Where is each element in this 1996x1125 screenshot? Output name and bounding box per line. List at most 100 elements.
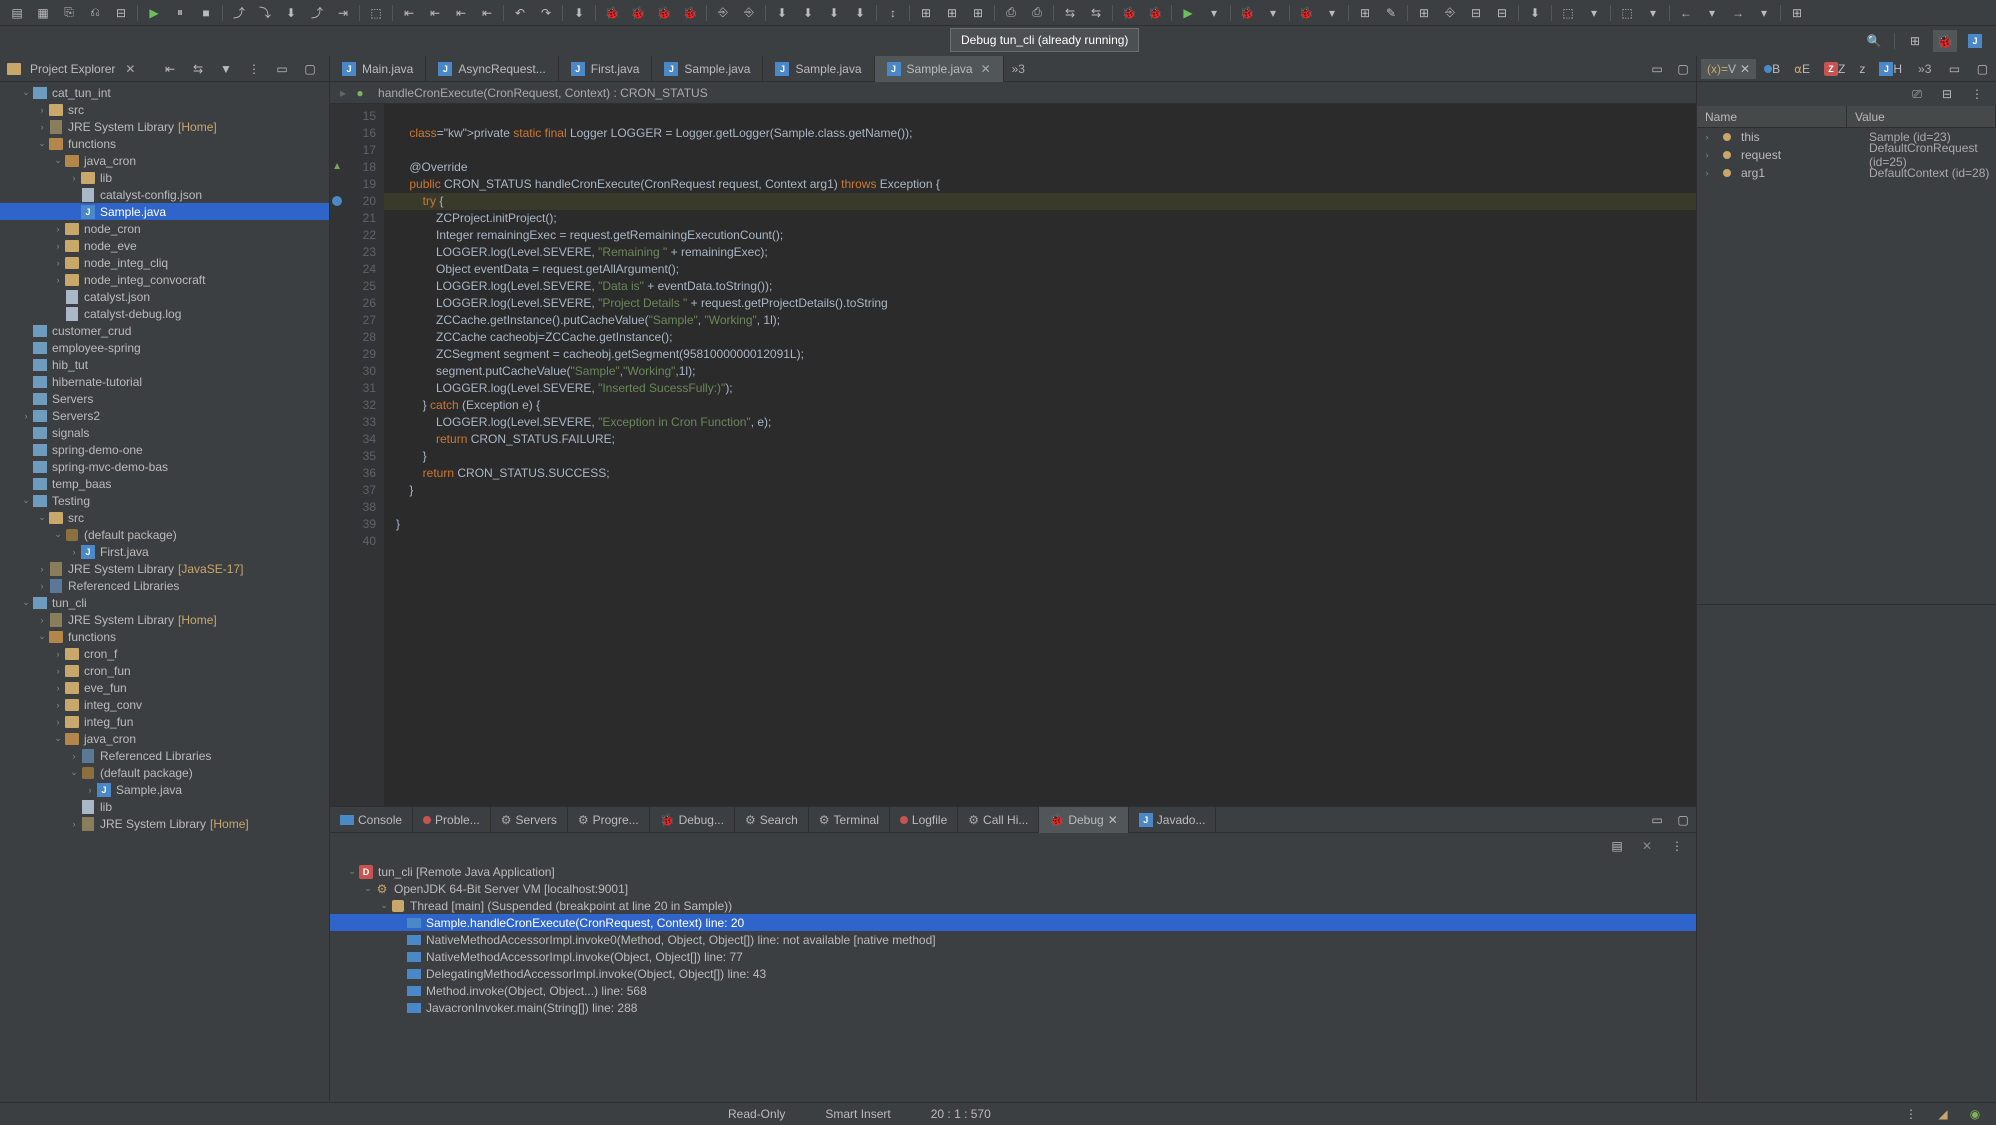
tree-item[interactable]: ›integ_fun — [0, 713, 329, 730]
editor-tab[interactable]: JFirst.java — [559, 56, 653, 82]
toolbar-button-65[interactable]: ⊞ — [1353, 2, 1377, 24]
toolbar-button-20[interactable]: ⇤ — [449, 2, 473, 24]
toolbar-button-83[interactable]: → — [1726, 2, 1750, 24]
tree-item[interactable]: ⌄(default package) — [0, 526, 329, 543]
tree-item[interactable]: ›JFirst.java — [0, 543, 329, 560]
tree-item[interactable]: ›lib — [0, 169, 329, 186]
toolbar-button-45[interactable]: ⊞ — [966, 2, 990, 24]
toolbar-button-39[interactable]: ⬇ — [848, 2, 872, 24]
editor-tab[interactable]: JSample.java — [763, 56, 874, 82]
toolbar-button-50[interactable]: ⇆ — [1058, 2, 1082, 24]
tree-item[interactable]: catalyst.json — [0, 288, 329, 305]
tree-item[interactable]: ›eve_fun — [0, 679, 329, 696]
tree-item[interactable]: ⌄java_cron — [0, 152, 329, 169]
tree-item[interactable]: spring-mvc-demo-bas — [0, 458, 329, 475]
tree-item[interactable]: spring-demo-one — [0, 441, 329, 458]
toolbar-button-48[interactable]: ⎙ — [1025, 2, 1049, 24]
tree-item[interactable]: signals — [0, 424, 329, 441]
toolbar-button-28[interactable]: 🐞 — [600, 2, 624, 24]
close-icon[interactable]: ✕ — [125, 62, 135, 76]
tree-item[interactable]: ⌄cat_tun_int — [0, 84, 329, 101]
toolbar-button-63[interactable]: ▾ — [1320, 2, 1344, 24]
toolbar-button-24[interactable]: ↷ — [534, 2, 558, 24]
tree-item[interactable]: ⌄tun_cli — [0, 594, 329, 611]
minimize-icon[interactable]: ▭ — [270, 58, 294, 80]
link-editor-icon[interactable]: ⇆ — [186, 58, 210, 80]
debug-frame[interactable]: NativeMethodAccessorImpl.invoke0(Method,… — [330, 931, 1696, 948]
tree-item[interactable]: ›JRE System Library [JavaSE-17] — [0, 560, 329, 577]
toolbar-button-56[interactable]: ▶ — [1176, 2, 1200, 24]
tree-item[interactable]: ›cron_f — [0, 645, 329, 662]
tree-item[interactable]: ⌄(default package) — [0, 764, 329, 781]
tree-item[interactable]: ⌄Testing — [0, 492, 329, 509]
collapse-all-icon[interactable]: ⇤ — [158, 58, 182, 80]
toolbar-button-78[interactable]: ⬚ — [1615, 2, 1639, 24]
toolbar-button-4[interactable]: ⊟ — [109, 2, 133, 24]
toolbar-button-66[interactable]: ✎ — [1379, 2, 1403, 24]
tree-item[interactable]: ›node_cron — [0, 220, 329, 237]
bottom-tab-servers[interactable]: ⚙Servers — [491, 807, 568, 833]
toolbar-button-47[interactable]: ⎙ — [999, 2, 1023, 24]
toolbar-button-38[interactable]: ⬇ — [822, 2, 846, 24]
layout-icon[interactable]: ▤ — [1605, 835, 1629, 857]
toolbar-button-75[interactable]: ⬚ — [1556, 2, 1580, 24]
breadcrumb[interactable]: ▸ ● handleCronExecute(CronRequest, Conte… — [330, 82, 1696, 104]
status-menu-icon[interactable]: ⋮ — [1899, 1103, 1923, 1125]
toolbar-button-86[interactable]: ⊞ — [1785, 2, 1809, 24]
bottom-tab-logfile[interactable]: Logfile — [890, 807, 958, 833]
tree-item[interactable]: temp_baas — [0, 475, 329, 492]
tab-z[interactable]: Z Z — [1818, 59, 1851, 79]
toolbar-button-59[interactable]: 🐞 — [1235, 2, 1259, 24]
search-icon[interactable]: 🔍 — [1862, 30, 1886, 52]
toolbar-button-1[interactable]: ▦ — [31, 2, 55, 24]
maximize-icon[interactable]: ▢ — [1671, 58, 1695, 80]
tree-item[interactable]: ⌄functions — [0, 135, 329, 152]
bottom-tab-callhi[interactable]: ⚙Call Hi... — [958, 807, 1039, 833]
tree-item[interactable]: ›node_eve — [0, 237, 329, 254]
debug-frame[interactable]: ⌄Dtun_cli [Remote Java Application] — [330, 863, 1696, 880]
tab-expressions[interactable]: ⍺ E — [1788, 59, 1816, 79]
toolbar-button-57[interactable]: ▾ — [1202, 2, 1226, 24]
status-tip-icon[interactable]: ◢ — [1931, 1103, 1955, 1125]
toolbar-button-31[interactable]: 🐞 — [678, 2, 702, 24]
toolbar-button-30[interactable]: 🐞 — [652, 2, 676, 24]
toolbar-button-14[interactable]: ⇥ — [331, 2, 355, 24]
tree-item[interactable]: catalyst-config.json — [0, 186, 329, 203]
close-icon[interactable]: ✕ — [1108, 813, 1118, 827]
toolbar-button-76[interactable]: ▾ — [1582, 2, 1606, 24]
close-icon[interactable]: ✕ — [1740, 62, 1750, 76]
open-perspective-icon[interactable]: ⊞ — [1903, 30, 1927, 52]
toolbar-button-6[interactable]: ▶ — [142, 2, 166, 24]
remove-icon[interactable]: ✕ — [1635, 835, 1659, 857]
maximize-icon[interactable]: ▢ — [1970, 58, 1994, 80]
variable-row[interactable]: ›requestDefaultCronRequest (id=25) — [1697, 146, 1996, 164]
tree-item[interactable]: employee-spring — [0, 339, 329, 356]
menu-icon[interactable]: ⋮ — [242, 58, 266, 80]
tree-item[interactable]: ›JRE System Library [Home] — [0, 118, 329, 135]
toolbar-button-18[interactable]: ⇤ — [397, 2, 421, 24]
debug-frame[interactable]: ⌄Thread [main] (Suspended (breakpoint at… — [330, 897, 1696, 914]
tab-z2[interactable]: z — [1853, 59, 1871, 79]
toolbar-button-21[interactable]: ⇤ — [475, 2, 499, 24]
tree-item[interactable]: ›integ_conv — [0, 696, 329, 713]
bottom-tab-terminal[interactable]: ⚙Terminal — [809, 807, 890, 833]
status-updates-icon[interactable]: ◉ — [1963, 1103, 1987, 1125]
menu-icon[interactable]: ⋮ — [1665, 835, 1689, 857]
minimize-icon[interactable]: ▭ — [1942, 58, 1966, 80]
maximize-icon[interactable]: ▢ — [298, 58, 322, 80]
toolbar-button-29[interactable]: 🐞 — [626, 2, 650, 24]
tree-item[interactable]: ⌄src — [0, 509, 329, 526]
toolbar-button-62[interactable]: 🐞 — [1294, 2, 1318, 24]
toolbar-button-79[interactable]: ▾ — [1641, 2, 1665, 24]
toolbar-button-51[interactable]: ⇆ — [1084, 2, 1108, 24]
toolbar-button-33[interactable]: ⎆ — [711, 2, 735, 24]
bottom-tab-debug[interactable]: 🐞Debug✕ — [1039, 807, 1128, 833]
tab-h[interactable]: J H — [1873, 59, 1908, 79]
toolbar-button-41[interactable]: ↕ — [881, 2, 905, 24]
toolbar-button-36[interactable]: ⬇ — [770, 2, 794, 24]
tree-item[interactable]: ›JSample.java — [0, 781, 329, 798]
editor-tab[interactable]: JSample.java — [652, 56, 763, 82]
debug-frame[interactable]: NativeMethodAccessorImpl.invoke(Object, … — [330, 948, 1696, 965]
tree-item[interactable]: Servers — [0, 390, 329, 407]
type-icon[interactable]: ⎚ — [1905, 83, 1929, 105]
